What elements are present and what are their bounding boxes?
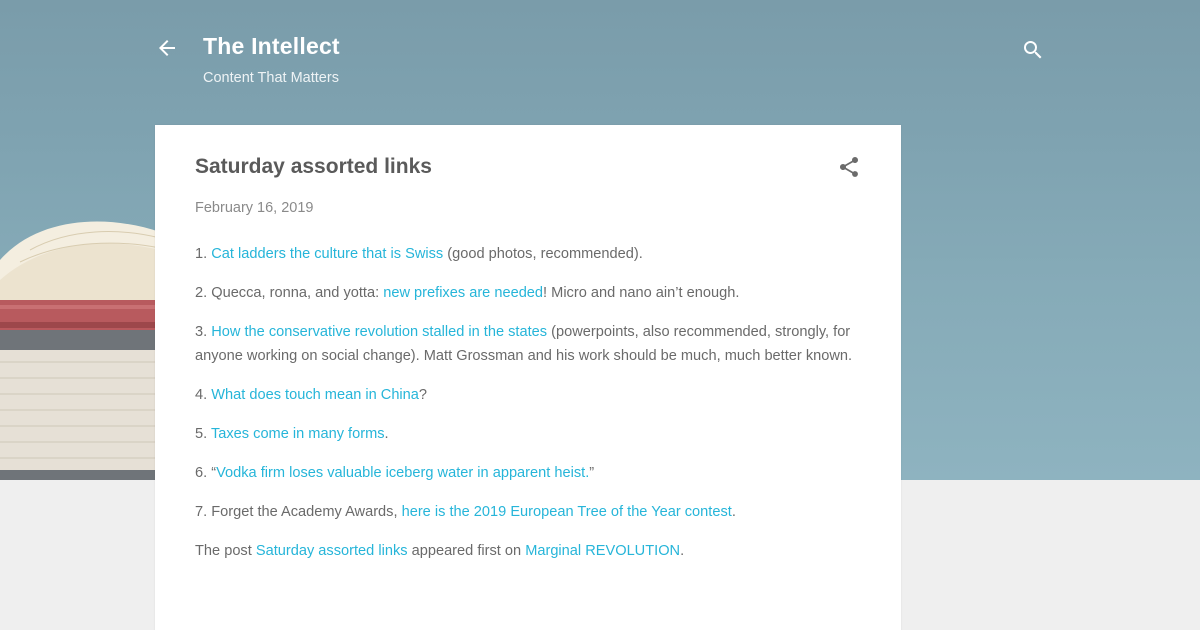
- blog-title[interactable]: The Intellect: [203, 33, 340, 60]
- post-title[interactable]: Saturday assorted links: [195, 155, 432, 179]
- item-text: 4.: [195, 387, 212, 403]
- item-link[interactable]: here is the 2019 European Tree of the Ye…: [402, 504, 732, 520]
- post-body: 1. Cat ladders the culture that is Swiss…: [195, 242, 861, 578]
- blog-description: Content That Matters: [203, 70, 339, 86]
- list-item: 5. Taxes come in many forms.: [195, 422, 861, 446]
- item-text: 6. “: [195, 465, 217, 481]
- item-text: ”: [589, 465, 595, 481]
- item-link[interactable]: Vodka firm loses valuable iceberg water …: [216, 465, 589, 481]
- item-text: (good photos, recommended).: [443, 246, 643, 262]
- post-footer: The post Saturday assorted links appeare…: [195, 539, 861, 563]
- post-card: Saturday assorted links February 16, 201…: [155, 125, 901, 630]
- list-item: 1. Cat ladders the culture that is Swiss…: [195, 242, 861, 266]
- post-permalink[interactable]: Saturday assorted links: [256, 543, 408, 559]
- footer-text: .: [680, 543, 685, 559]
- item-text: 5.: [195, 426, 211, 442]
- post-date: February 16, 2019: [195, 200, 314, 216]
- item-text: 7. Forget the Academy Awards,: [195, 504, 402, 520]
- item-text: ?: [418, 387, 428, 403]
- item-link[interactable]: new prefixes are needed: [383, 285, 543, 301]
- list-item: 2. Quecca, ronna, and yotta: new prefixe…: [195, 281, 861, 305]
- footer-text: The post: [195, 543, 256, 559]
- book-illustration: [0, 221, 160, 480]
- search-icon: [1024, 41, 1042, 59]
- item-link[interactable]: How the conservative revolution stalled …: [211, 324, 547, 340]
- source-site-link[interactable]: Marginal REVOLUTION: [525, 543, 680, 559]
- list-item: 4. What does touch mean in China?: [195, 383, 861, 407]
- item-text: ! Micro and nano ain’t enough.: [543, 285, 740, 301]
- footer-text: appeared first on: [407, 543, 526, 559]
- item-text: 1.: [195, 246, 212, 262]
- item-text: 2. Quecca, ronna, and yotta:: [195, 285, 384, 301]
- list-item: 3. How the conservative revolution stall…: [195, 320, 861, 368]
- back-button[interactable]: [155, 36, 179, 60]
- item-text: .: [384, 426, 389, 442]
- list-item: 7. Forget the Academy Awards, here is th…: [195, 500, 861, 524]
- search-button[interactable]: [1021, 38, 1045, 62]
- arrow-back-icon: [159, 40, 175, 56]
- item-text: .: [731, 504, 736, 520]
- item-text: 3.: [195, 324, 212, 340]
- item-link[interactable]: Taxes come in many forms: [211, 426, 385, 442]
- list-item: 6. “Vodka firm loses valuable iceberg wa…: [195, 461, 861, 485]
- item-link[interactable]: Cat ladders the culture that is Swiss: [211, 246, 443, 262]
- share-button[interactable]: [837, 155, 861, 179]
- share-icon: [840, 157, 858, 177]
- item-link[interactable]: What does touch mean in China: [211, 387, 419, 403]
